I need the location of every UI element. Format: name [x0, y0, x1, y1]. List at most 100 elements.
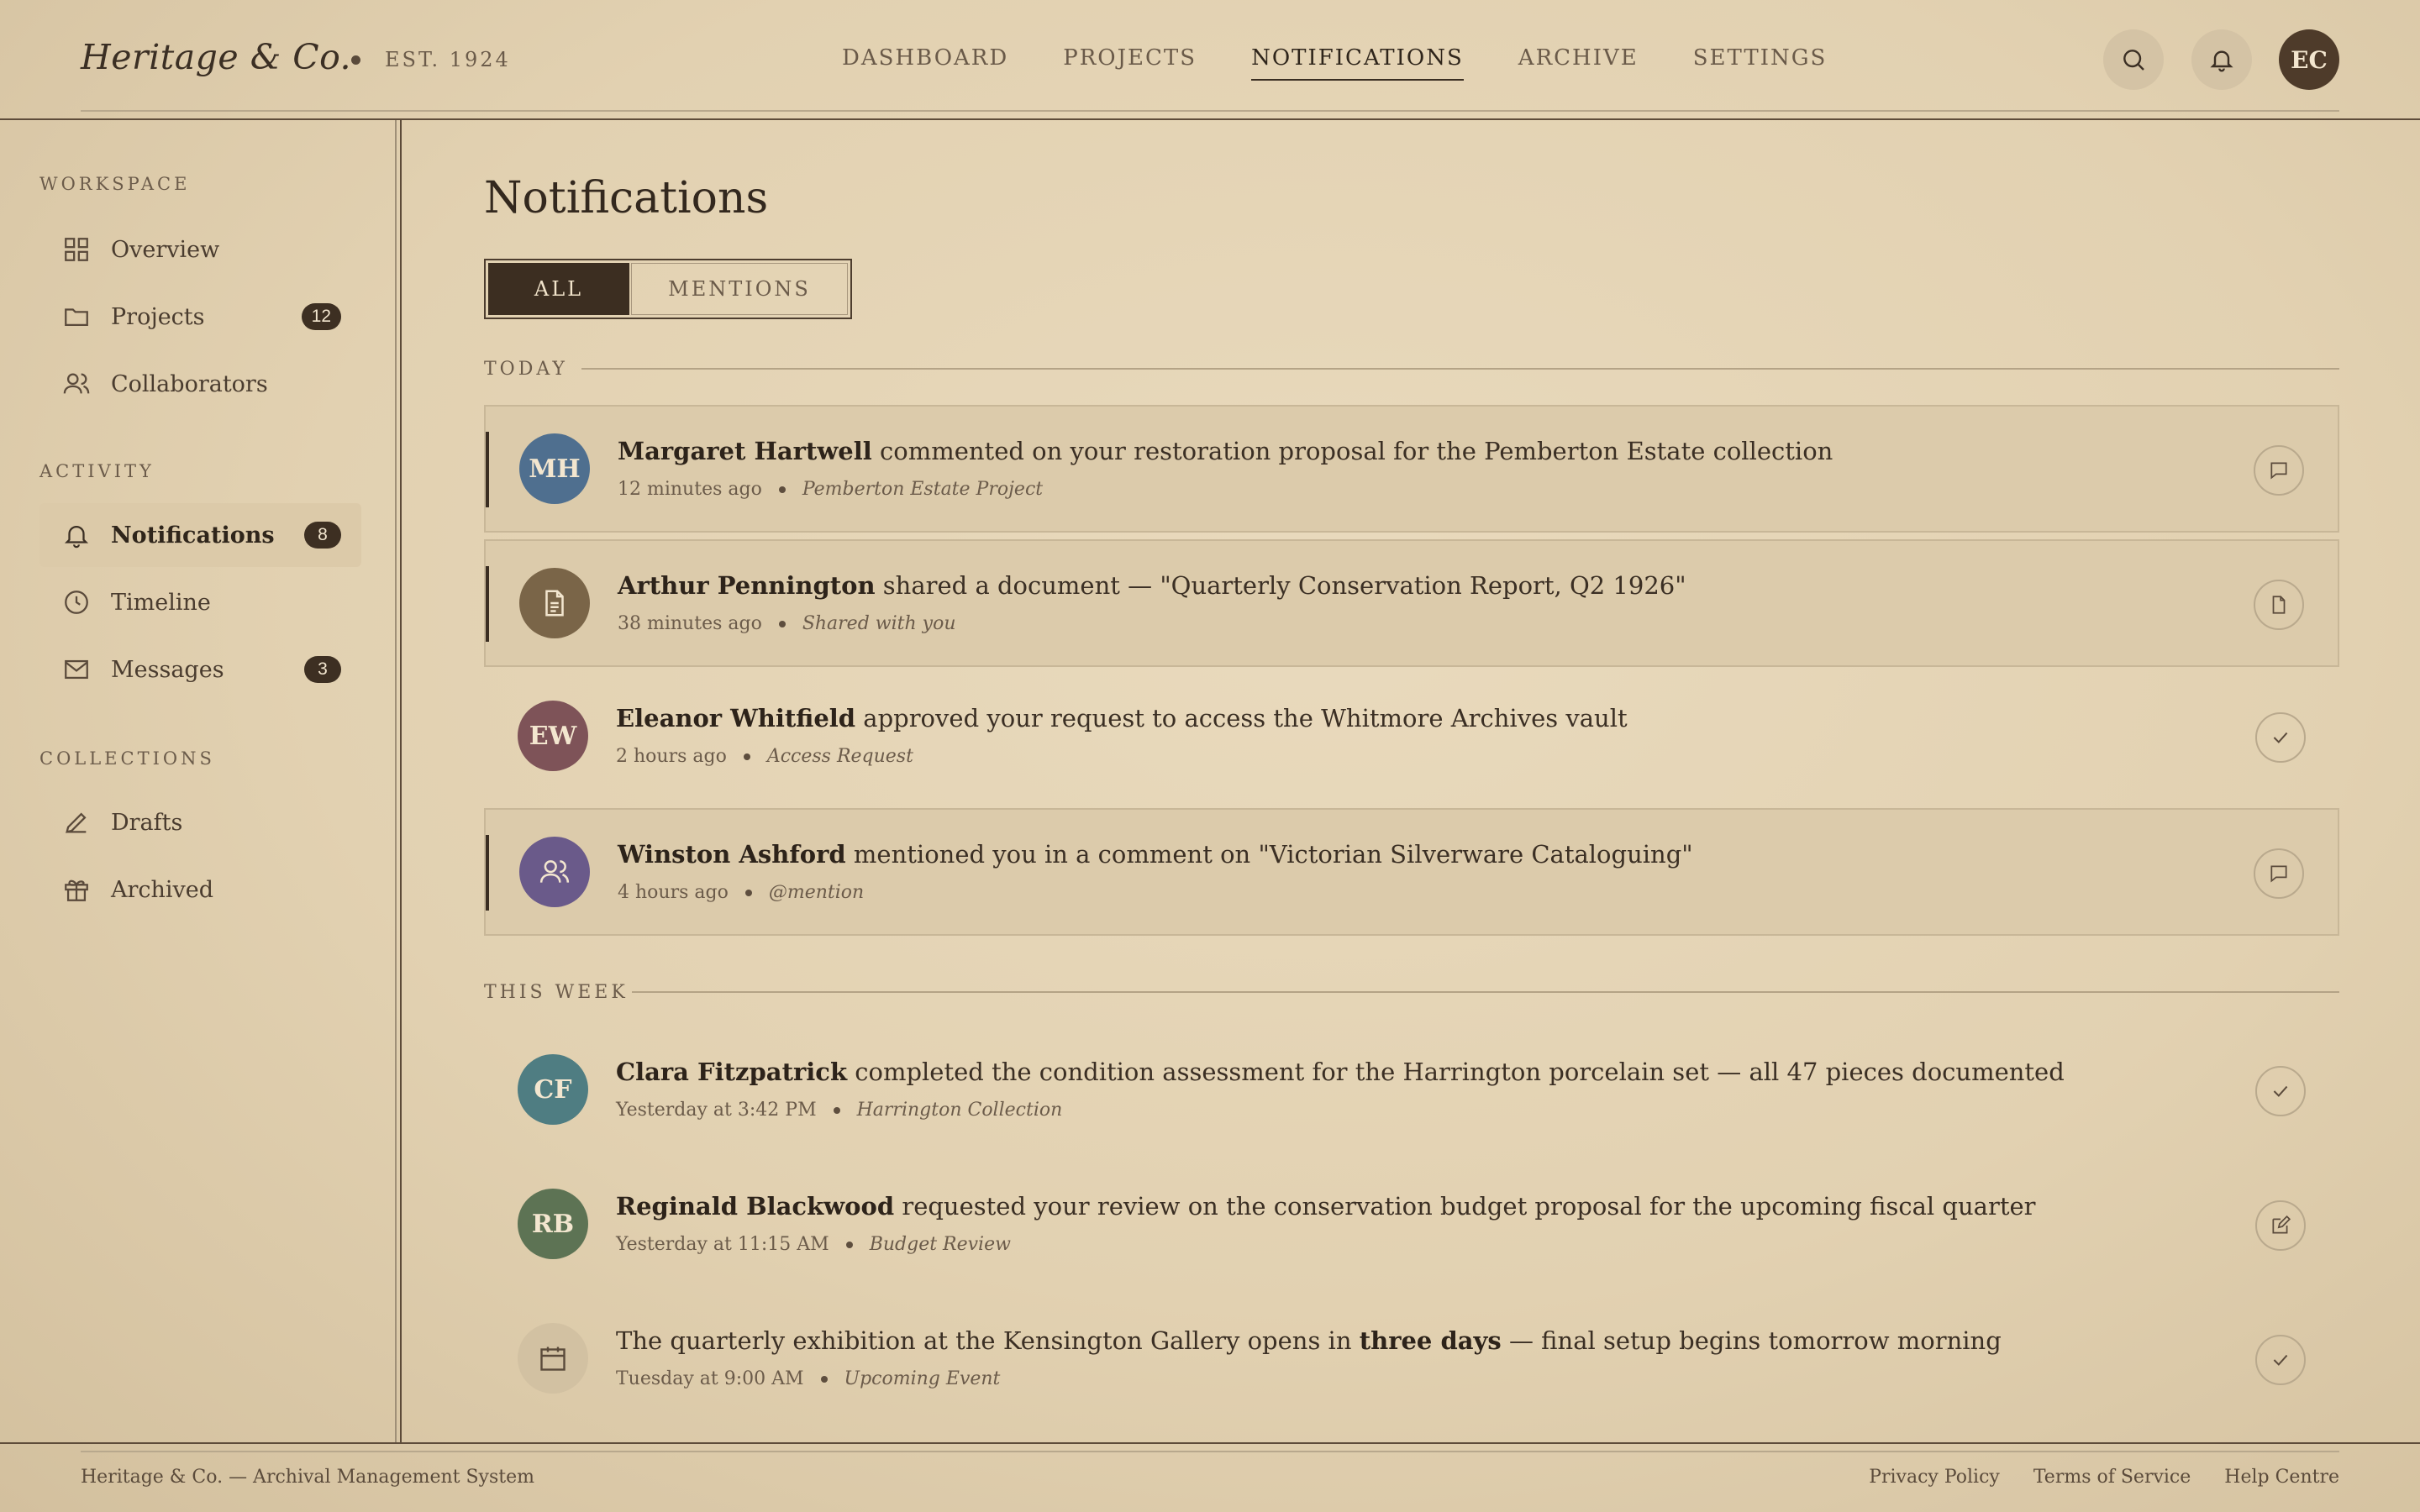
actor-name[interactable]: Margaret Hartwell	[618, 437, 872, 465]
projects-count-badge: 12	[301, 303, 341, 330]
footer-link-help[interactable]: Help Centre	[2224, 1467, 2339, 1488]
notification-item[interactable]: Arthur Pennington shared a document — "Q…	[484, 539, 2339, 667]
notification-item[interactable]: The quarterly exhibition at the Kensingt…	[484, 1296, 2339, 1424]
bell-icon	[60, 519, 92, 551]
comment-icon	[2270, 865, 2287, 883]
sidebar-item-label: Timeline	[111, 589, 211, 616]
notification-item[interactable]: EW Eleanor Whitfield approved your reque…	[484, 674, 2339, 801]
users-icon	[60, 368, 92, 400]
document-icon	[545, 590, 564, 617]
sidebar-item-messages[interactable]: Messages 3	[39, 638, 361, 701]
notification-context[interactable]: Access Request	[767, 746, 913, 767]
notification-message: mentioned you in a comment on "Victorian…	[845, 840, 1693, 869]
header-divider	[81, 110, 2339, 112]
brand-logo[interactable]: Heritage & Co.	[81, 37, 351, 77]
notification-text: Winston Ashford mentioned you in a comme…	[618, 840, 1693, 869]
footer-link-privacy[interactable]: Privacy Policy	[1869, 1467, 2000, 1488]
nav-projects[interactable]: PROJECTS	[1063, 45, 1197, 81]
notification-context[interactable]: @mention	[769, 882, 864, 903]
grid-icon	[60, 234, 92, 265]
sidebar-section-workspace: WORKSPACE	[39, 174, 191, 194]
calendar-icon	[540, 1347, 566, 1371]
group-divider	[632, 991, 2339, 993]
notification-context[interactable]: Pemberton Estate Project	[802, 479, 1043, 500]
notification-context[interactable]: Budget Review	[870, 1234, 1011, 1255]
notifications-button[interactable]	[2191, 29, 2252, 90]
meta-separator	[833, 1106, 840, 1114]
page-title: Notifications	[484, 173, 769, 223]
search-button[interactable]	[2103, 29, 2164, 90]
sidebar-section-collections: COLLECTIONS	[39, 748, 215, 769]
brand-established: EST. 1924	[385, 48, 511, 71]
notification-meta: Tuesday at 9:00 AM Upcoming Event	[616, 1368, 1000, 1389]
notification-message: commented on your restoration proposal f…	[871, 437, 1833, 465]
notification-item[interactable]: CF Clara Fitzpatrick completed the condi…	[484, 1027, 2339, 1155]
sidebar-item-overview[interactable]: Overview	[39, 218, 361, 281]
footer-copyright: Heritage & Co. — Archival Management Sys…	[81, 1467, 534, 1488]
filter-tabs: ALL MENTIONS	[484, 259, 852, 319]
sidebar-section-activity: ACTIVITY	[39, 461, 155, 481]
notification-message: shared a document — "Quarterly Conservat…	[875, 571, 1686, 600]
open-document-button[interactable]	[2254, 580, 2304, 630]
notification-text: Eleanor Whitfield approved your request …	[616, 704, 1628, 732]
mark-read-button[interactable]	[2255, 712, 2306, 763]
notification-time: 2 hours ago	[616, 746, 727, 767]
footer-link-terms[interactable]: Terms of Service	[2033, 1467, 2191, 1488]
notification-time: Yesterday at 3:42 PM	[616, 1100, 817, 1121]
reply-button[interactable]	[2254, 848, 2304, 899]
actor-name[interactable]: Reginald Blackwood	[616, 1192, 894, 1221]
sidebar-item-label: Projects	[111, 303, 205, 330]
group-label-this-week: THIS WEEK	[484, 982, 629, 1003]
mark-read-button[interactable]	[2255, 1335, 2306, 1385]
sidebar-divider	[395, 120, 402, 1443]
bell-icon	[2210, 50, 2233, 72]
nav-notifications[interactable]: NOTIFICATIONS	[1251, 45, 1464, 81]
notification-meta: 38 minutes ago Shared with you	[618, 613, 956, 634]
notifications-count-badge: 8	[304, 522, 341, 549]
user-avatar[interactable]: EC	[2279, 29, 2339, 90]
meta-separator	[845, 1241, 853, 1248]
meta-separator	[778, 486, 786, 493]
notification-context[interactable]: Upcoming Event	[844, 1368, 1001, 1389]
sidebar-item-label: Notifications	[111, 522, 275, 549]
nav-archive[interactable]: ARCHIVE	[1518, 45, 1639, 81]
notification-message: approved your request to access the Whit…	[855, 704, 1628, 732]
messages-count-badge: 3	[304, 656, 341, 683]
mark-read-button[interactable]	[2255, 1066, 2306, 1116]
notification-context[interactable]: Harrington Collection	[857, 1100, 1063, 1121]
sidebar: WORKSPACE Overview Projects 12 Collabora…	[0, 120, 395, 1443]
nav-settings[interactable]: SETTINGS	[1693, 45, 1828, 81]
tab-all[interactable]: ALL	[488, 263, 629, 315]
sidebar-item-collaborators[interactable]: Collaborators	[39, 352, 361, 416]
avatar: EW	[518, 701, 588, 771]
sidebar-item-timeline[interactable]: Timeline	[39, 570, 361, 634]
actor-name[interactable]: Eleanor Whitfield	[616, 704, 855, 732]
tab-mentions[interactable]: MENTIONS	[631, 263, 848, 315]
footer-border	[0, 1442, 2420, 1444]
notification-item[interactable]: MH Margaret Hartwell commented on your r…	[484, 405, 2339, 533]
notification-meta: 12 minutes ago Pemberton Estate Project	[618, 479, 1043, 500]
nav-dashboard[interactable]: DASHBOARD	[842, 45, 1008, 81]
edit-icon	[2272, 1215, 2291, 1234]
check-icon	[2273, 1085, 2288, 1097]
sidebar-item-archived[interactable]: Archived	[39, 858, 361, 921]
sidebar-item-notifications[interactable]: Notifications 8	[39, 503, 361, 567]
group-divider	[581, 368, 2339, 370]
sidebar-item-drafts[interactable]: Drafts	[39, 790, 361, 854]
actor-name[interactable]: Winston Ashford	[618, 840, 846, 869]
actor-name[interactable]: Arthur Pennington	[618, 571, 876, 600]
review-button[interactable]	[2255, 1200, 2306, 1251]
notification-item[interactable]: Winston Ashford mentioned you in a comme…	[484, 808, 2339, 936]
meta-separator	[820, 1375, 828, 1383]
notification-context[interactable]: Shared with you	[802, 613, 956, 634]
reply-button[interactable]	[2254, 445, 2304, 496]
file-icon	[2272, 596, 2286, 614]
sidebar-item-projects[interactable]: Projects 12	[39, 285, 361, 349]
users-icon	[539, 860, 570, 883]
meta-separator	[743, 753, 750, 760]
check-icon	[2273, 732, 2288, 743]
sidebar-item-label: Collaborators	[111, 370, 268, 397]
actor-name[interactable]: Clara Fitzpatrick	[616, 1058, 847, 1086]
notification-item[interactable]: RB Reginald Blackwood requested your rev…	[484, 1162, 2339, 1289]
sidebar-item-label: Archived	[111, 876, 214, 903]
